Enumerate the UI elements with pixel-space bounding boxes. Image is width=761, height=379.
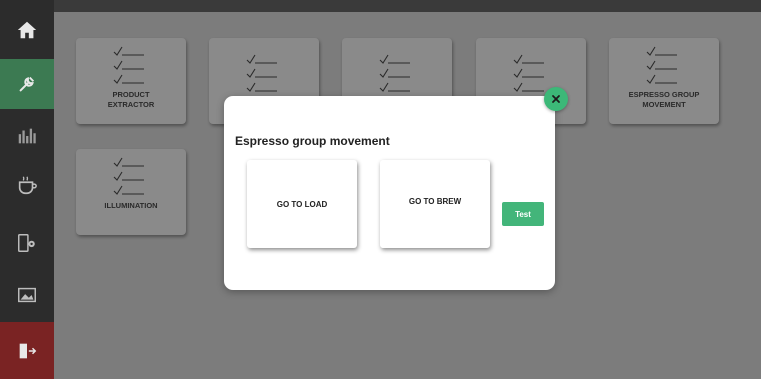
device-settings-icon bbox=[18, 234, 35, 252]
dialog-title: Espresso group movement bbox=[235, 134, 390, 148]
tile-label: ILLUMINATION bbox=[104, 201, 158, 210]
exit-icon bbox=[19, 343, 37, 358]
sidebar-item-home[interactable] bbox=[0, 5, 54, 55]
sidebar bbox=[0, 0, 54, 379]
wrench-icon bbox=[19, 76, 35, 92]
sidebar-item-media[interactable] bbox=[0, 270, 54, 320]
top-bar bbox=[0, 0, 761, 12]
image-icon bbox=[18, 287, 36, 303]
sidebar-item-beverages[interactable] bbox=[0, 160, 54, 210]
stats-icon bbox=[18, 128, 36, 144]
test-label: Test bbox=[515, 209, 531, 219]
checklist-icon bbox=[646, 46, 677, 84]
checklist-icon bbox=[379, 54, 410, 92]
go-to-load-label: GO TO LOAD bbox=[276, 199, 328, 209]
tile-label: ESPRESSO GROUP MOVEMENT bbox=[628, 90, 700, 109]
home-icon bbox=[17, 21, 37, 39]
go-to-brew-button[interactable]: GO TO BREW bbox=[380, 160, 490, 248]
tile-product-extractor[interactable]: PRODUCT EXTRACTOR bbox=[76, 38, 186, 124]
checklist-icon bbox=[113, 46, 144, 84]
checklist-icon bbox=[246, 54, 277, 92]
coffee-cup-icon bbox=[18, 176, 37, 195]
sidebar-item-maintenance[interactable] bbox=[0, 59, 54, 109]
tile-espresso-group-movement[interactable]: ESPRESSO GROUP MOVEMENT bbox=[609, 38, 719, 124]
close-icon bbox=[552, 95, 560, 103]
sidebar-item-settings[interactable] bbox=[0, 218, 54, 268]
close-button[interactable] bbox=[544, 87, 568, 111]
test-button[interactable]: Test bbox=[502, 202, 544, 226]
tile-illumination[interactable]: ILLUMINATION bbox=[76, 149, 186, 235]
go-to-brew-label: GO TO BREW bbox=[408, 196, 462, 206]
checklist-icon bbox=[113, 157, 144, 195]
sidebar-item-statistics[interactable] bbox=[0, 111, 54, 161]
espresso-group-dialog: Espresso group movement GO TO LOAD GO TO… bbox=[224, 87, 568, 290]
sidebar-item-exit[interactable] bbox=[0, 322, 54, 379]
checklist-icon bbox=[513, 54, 544, 92]
tile-label: PRODUCT EXTRACTOR bbox=[107, 90, 155, 109]
go-to-load-button[interactable]: GO TO LOAD bbox=[247, 160, 357, 248]
